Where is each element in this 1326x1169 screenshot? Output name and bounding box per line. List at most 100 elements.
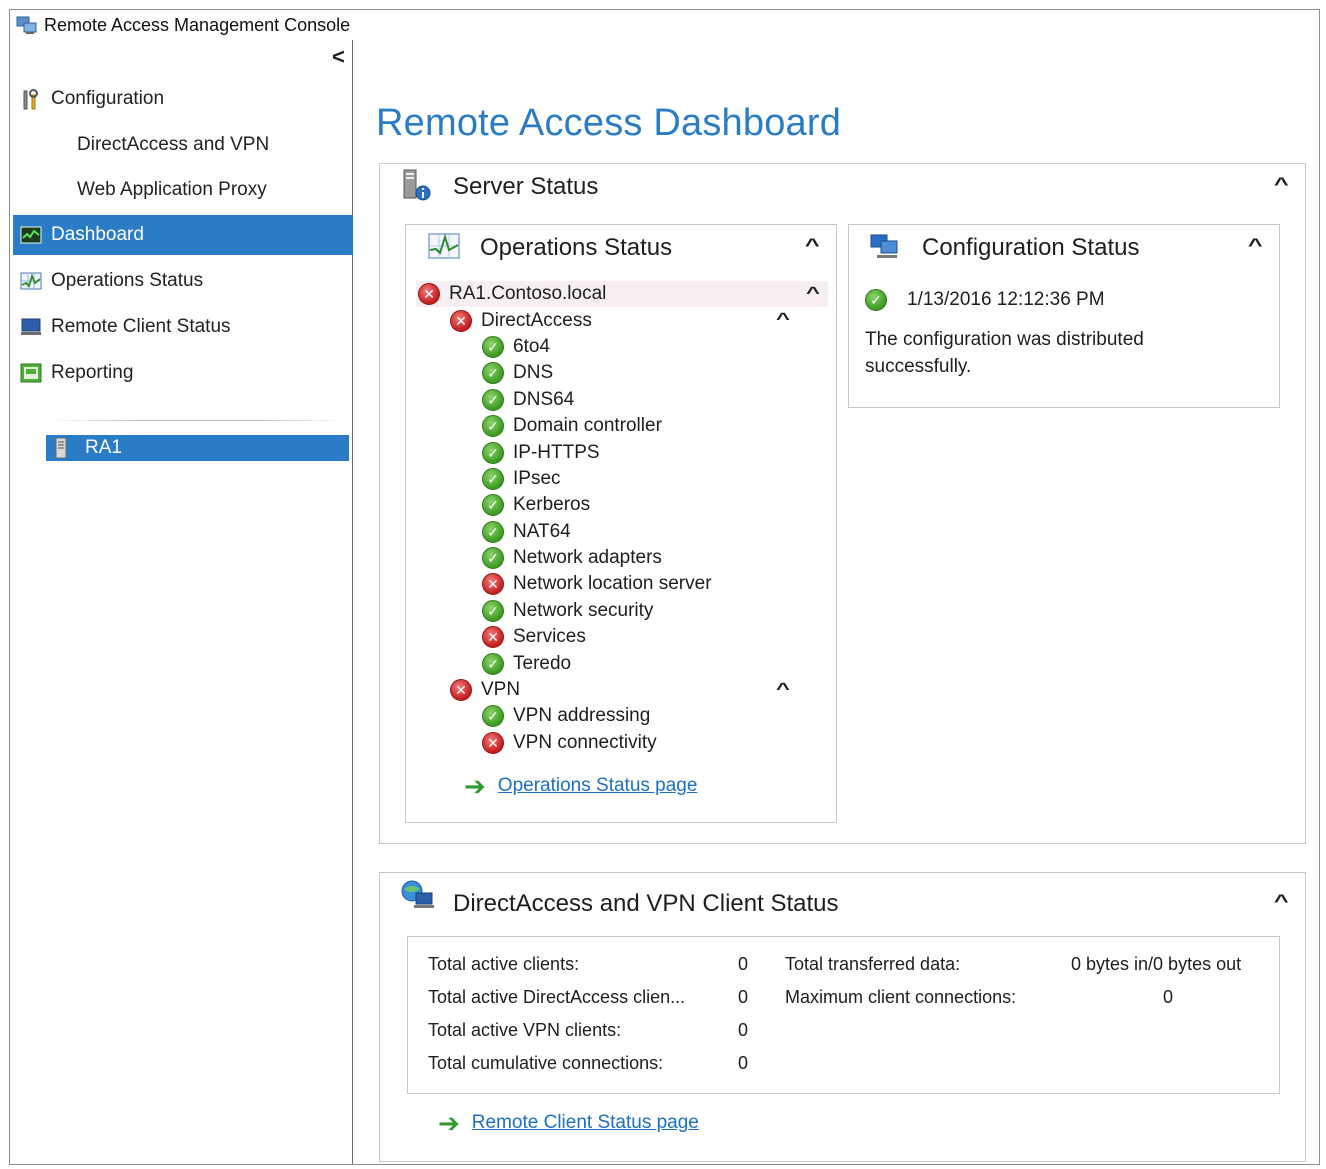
operations-status-link-row: ➔ Operations Status page xyxy=(464,773,697,799)
tree-item[interactable]: ✓ IP-HTTPS xyxy=(416,439,828,465)
operations-status-collapse-caret[interactable]: ^ xyxy=(805,235,820,256)
tree-item-label: IP-HTTPS xyxy=(513,441,600,463)
tree-collapse-caret[interactable]: ^ xyxy=(806,283,820,303)
stat-value: 0 xyxy=(738,1053,749,1073)
success-icon: ✓ xyxy=(482,599,504,622)
success-icon: ✓ xyxy=(482,441,504,464)
tree-item[interactable]: ✕ Network location server xyxy=(416,571,828,597)
sidebar-item-remote-client-status[interactable]: Remote Client Status xyxy=(10,304,353,350)
stat-label: Total transferred data: xyxy=(785,954,961,974)
tree-item[interactable]: ✓ NAT64 xyxy=(416,519,828,545)
tree-item-label: DNS xyxy=(513,362,554,384)
tree-item[interactable]: ✓ VPN addressing xyxy=(416,703,828,729)
operations-chart-icon xyxy=(20,271,42,291)
page-title: Remote Access Dashboard xyxy=(376,102,842,144)
sidebar-item-web-application-proxy[interactable]: Web Application Proxy xyxy=(10,167,353,212)
tree-collapse-caret[interactable]: ^ xyxy=(776,679,790,699)
sidebar-item-operations-status[interactable]: Operations Status xyxy=(10,258,353,304)
sidebar-item-directaccess-vpn[interactable]: DirectAccess and VPN xyxy=(10,122,353,167)
tools-icon xyxy=(20,89,42,110)
error-icon: ✕ xyxy=(450,309,472,332)
title-bar: Remote Access Management Console xyxy=(10,10,1319,40)
green-arrow-icon: ➔ xyxy=(438,1108,460,1138)
stat-label: Total active VPN clients: xyxy=(428,1020,622,1040)
success-icon: ✓ xyxy=(482,494,504,517)
tree-item-label: RA1.Contoso.local xyxy=(449,283,607,305)
operations-status-title: Operations Status xyxy=(480,234,673,261)
success-icon: ✓ xyxy=(482,467,504,490)
tree-item-label: VPN xyxy=(481,679,521,701)
sidebar-item-reporting[interactable]: Reporting xyxy=(10,350,353,396)
stat-row: Total cumulative connections: 0 xyxy=(428,1053,748,1074)
server-label: RA1 xyxy=(85,437,122,458)
server-status-collapse-caret[interactable]: ^ xyxy=(1274,174,1289,195)
stat-row: Maximum client connections: 0 xyxy=(785,987,1173,1008)
sidebar-item-configuration[interactable]: Configuration xyxy=(10,76,353,122)
tree-item[interactable]: ✓ DNS xyxy=(416,360,828,386)
tree-item[interactable]: ✓ IPsec xyxy=(416,466,828,492)
report-icon xyxy=(20,363,42,383)
error-icon: ✕ xyxy=(482,573,504,596)
stat-row: Total active clients: 0 xyxy=(428,954,748,975)
collapse-sidebar-button[interactable]: < xyxy=(332,44,345,70)
tree-item[interactable]: ✕ VPN ^ xyxy=(416,677,828,703)
client-status-title: DirectAccess and VPN Client Status xyxy=(453,890,839,917)
tree-item-label: Domain controller xyxy=(513,415,662,437)
tree-item[interactable]: ✓ Kerberos xyxy=(416,492,828,518)
tree-item[interactable]: ✕ VPN connectivity xyxy=(416,730,828,756)
tree-item[interactable]: ✕ RA1.Contoso.local ^ xyxy=(416,281,828,308)
tree-item[interactable]: ✓ DNS64 xyxy=(416,387,828,413)
server-status-title: Server Status xyxy=(453,173,599,200)
tree-item-label: VPN addressing xyxy=(513,705,651,727)
client-globe-icon xyxy=(400,879,436,916)
operations-tree: ✕ RA1.Contoso.local ^ ✕ DirectAccess ^ ✓ 6to4 ✓ D… xyxy=(416,281,828,756)
tree-item-label: Network security xyxy=(513,599,654,621)
configuration-timestamp: 1/13/2016 12:12:36 PM xyxy=(907,289,1105,310)
success-icon: ✓ xyxy=(482,520,504,543)
sidebar-item-server-ra1[interactable]: RA1 xyxy=(46,435,349,461)
success-icon: ✓ xyxy=(482,388,504,411)
tree-item-label: NAT64 xyxy=(513,520,571,542)
window-title: Remote Access Management Console xyxy=(44,14,351,35)
stat-row: Total active VPN clients: 0 xyxy=(428,1020,748,1041)
error-icon: ✕ xyxy=(482,731,504,754)
stat-value: 0 xyxy=(738,987,749,1007)
operations-status-page-link[interactable]: Operations Status page xyxy=(498,775,698,797)
stat-label: Maximum client connections: xyxy=(785,987,1017,1007)
tree-item[interactable]: ✓ 6to4 xyxy=(416,334,828,360)
tree-item[interactable]: ✕ DirectAccess ^ xyxy=(416,307,828,333)
tree-item[interactable]: ✓ Network adapters xyxy=(416,545,828,571)
stat-label: Total active clients: xyxy=(428,954,580,974)
configuration-status-panel: Configuration Status ^ ✓ 1/13/2016 12:12… xyxy=(848,224,1280,408)
success-icon: ✓ xyxy=(482,547,504,570)
success-icon: ✓ xyxy=(482,415,504,438)
dashboard-icon xyxy=(20,225,42,245)
app-window: Remote Access Management Console < Confi… xyxy=(9,9,1320,1165)
server-info-icon xyxy=(400,168,434,207)
tree-item[interactable]: ✓ Domain controller xyxy=(416,413,828,439)
sidebar-item-label: Reporting xyxy=(51,362,134,383)
tree-item[interactable]: ✓ Network security xyxy=(416,598,828,624)
configuration-computer-icon xyxy=(869,231,901,266)
success-icon: ✓ xyxy=(482,335,504,358)
sidebar-item-dashboard[interactable]: Dashboard xyxy=(13,215,353,255)
tree-item[interactable]: ✕ Services xyxy=(416,624,828,650)
success-icon: ✓ xyxy=(482,652,504,675)
sidebar-item-label: DirectAccess and VPN xyxy=(77,133,270,155)
tree-collapse-caret[interactable]: ^ xyxy=(776,309,790,329)
sidebar-item-label: Dashboard xyxy=(51,224,144,245)
stat-label: Total cumulative connections: xyxy=(428,1053,664,1073)
stat-value: 0 xyxy=(1163,987,1174,1007)
tree-item-label: Network adapters xyxy=(513,547,662,569)
monitor-icon xyxy=(20,317,42,337)
stat-value: 0 xyxy=(738,954,749,974)
tree-item[interactable]: ✓ Teredo xyxy=(416,650,828,676)
tree-item-label: Network location server xyxy=(513,573,712,595)
remote-client-status-page-link[interactable]: Remote Client Status page xyxy=(472,1112,699,1134)
stat-row: Total transferred data: 0 bytes in/0 byte… xyxy=(785,954,1241,975)
sidebar-item-label: Remote Client Status xyxy=(51,316,231,337)
configuration-timestamp-row: ✓ 1/13/2016 12:12:36 PM xyxy=(865,289,1105,311)
configuration-status-collapse-caret[interactable]: ^ xyxy=(1248,235,1263,256)
error-icon: ✕ xyxy=(418,283,440,306)
client-status-collapse-caret[interactable]: ^ xyxy=(1274,891,1289,912)
